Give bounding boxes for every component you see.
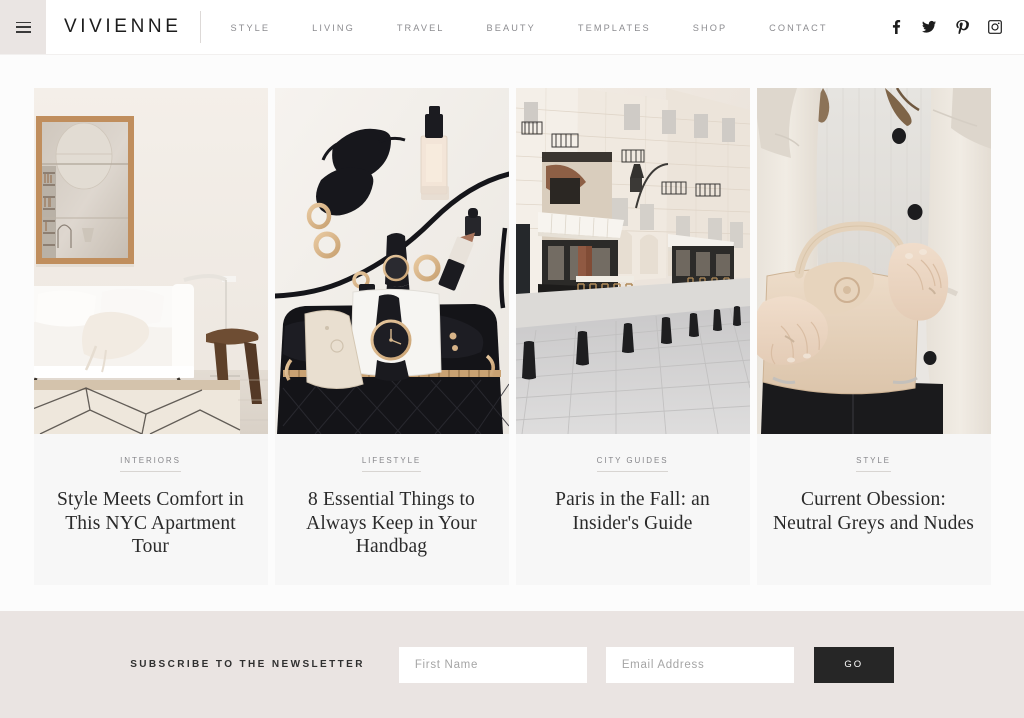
nav-item-travel: TRAVEL — [397, 18, 445, 36]
post-title[interactable]: Style Meets Comfort in This NYC Apartmen… — [48, 488, 254, 559]
site-header: VIVIENNE STYLE LIVING TRAVEL BEAUTY TEMP… — [0, 0, 1024, 55]
post-title[interactable]: 8 Essential Things to Always Keep in You… — [289, 488, 495, 559]
post-card-body: STYLE Current Obession: Neutral Greys an… — [757, 434, 991, 585]
facebook-icon[interactable] — [889, 20, 903, 34]
post-card[interactable]: LIFESTYLE 8 Essential Things to Always K… — [274, 88, 509, 585]
nav-link-travel[interactable]: TRAVEL — [397, 23, 445, 33]
nav-item-living: LIVING — [312, 18, 355, 36]
pinterest-icon[interactable] — [955, 20, 969, 34]
post-category[interactable]: STYLE — [856, 456, 891, 472]
post-thumbnail-city-guides[interactable] — [515, 88, 750, 434]
nav-item-templates: TEMPLATES — [578, 18, 651, 36]
nav-item-style: STYLE — [231, 18, 271, 36]
post-thumbnail-style[interactable] — [756, 88, 991, 434]
nav-link-shop[interactable]: SHOP — [693, 23, 727, 33]
post-card[interactable]: CITY GUIDES Paris in the Fall: an Inside… — [515, 88, 750, 585]
twitter-icon[interactable] — [922, 20, 936, 34]
instagram-icon[interactable] — [988, 20, 1002, 34]
menu-toggle-button[interactable] — [0, 0, 46, 54]
brand-name: VIVIENNE — [64, 16, 182, 37]
post-card-body: INTERIORS Style Meets Comfort in This NY… — [34, 434, 268, 585]
nav-item-shop: SHOP — [693, 18, 727, 36]
nav-item-contact: CONTACT — [769, 18, 827, 36]
main-navigation: STYLE LIVING TRAVEL BEAUTY TEMPLATES SHO… — [201, 0, 890, 54]
post-category[interactable]: CITY GUIDES — [596, 456, 669, 472]
brand-logo[interactable]: VIVIENNE — [46, 0, 182, 54]
post-title[interactable]: Paris in the Fall: an Insider's Guide — [530, 488, 736, 535]
newsletter-label: SUBSCRIBE TO THE NEWSLETTER — [130, 659, 365, 670]
nav-link-living[interactable]: LIVING — [312, 23, 355, 33]
post-card[interactable]: STYLE Current Obession: Neutral Greys an… — [756, 88, 991, 585]
hamburger-icon — [15, 21, 31, 33]
post-thumbnail-lifestyle[interactable] — [274, 88, 509, 434]
newsletter-form: SUBSCRIBE TO THE NEWSLETTER GO — [130, 646, 894, 683]
nav-link-templates[interactable]: TEMPLATES — [578, 23, 651, 33]
post-thumbnail-interiors[interactable] — [33, 88, 268, 434]
nav-link-style[interactable]: STYLE — [231, 23, 271, 33]
newsletter-section: SUBSCRIBE TO THE NEWSLETTER GO — [0, 611, 1024, 718]
post-title[interactable]: Current Obession: Neutral Greys and Nude… — [771, 488, 977, 535]
newsletter-submit-button[interactable]: GO — [813, 646, 894, 683]
post-category[interactable]: INTERIORS — [120, 456, 181, 472]
post-card-body: LIFESTYLE 8 Essential Things to Always K… — [275, 434, 509, 585]
post-card-body: CITY GUIDES Paris in the Fall: an Inside… — [516, 434, 750, 585]
post-grid-section: INTERIORS Style Meets Comfort in This NY… — [0, 55, 1024, 611]
post-category[interactable]: LIFESTYLE — [361, 456, 422, 472]
first-name-input[interactable] — [398, 646, 587, 683]
nav-link-contact[interactable]: CONTACT — [769, 23, 827, 33]
post-card[interactable]: INTERIORS Style Meets Comfort in This NY… — [33, 88, 268, 585]
post-grid: INTERIORS Style Meets Comfort in This NY… — [0, 88, 1024, 585]
nav-item-beauty: BEAUTY — [487, 18, 536, 36]
email-address-input[interactable] — [605, 646, 794, 683]
social-links — [889, 0, 1024, 54]
nav-link-beauty[interactable]: BEAUTY — [487, 23, 536, 33]
